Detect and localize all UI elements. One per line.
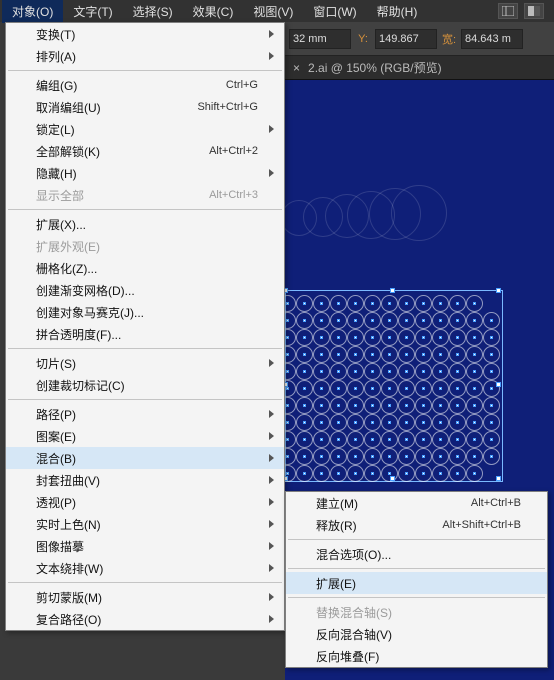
menu-view[interactable]: 视图(V)	[243, 0, 303, 23]
width-label: 宽:	[441, 31, 457, 47]
mi-gradient-mesh[interactable]: 创建渐变网格(D)...	[6, 279, 284, 301]
mi-expand[interactable]: 扩展(X)...	[6, 213, 284, 235]
mi-group[interactable]: 编组(G)Ctrl+G	[6, 74, 284, 96]
separator	[8, 582, 282, 583]
mi-pattern[interactable]: 图案(E)	[6, 425, 284, 447]
sm-release[interactable]: 释放(R)Alt+Shift+Ctrl+B	[286, 514, 547, 536]
separator	[288, 568, 545, 569]
mi-expand-appearance: 扩展外观(E)	[6, 235, 284, 257]
mi-compound-path[interactable]: 复合路径(O)	[6, 608, 284, 630]
separator	[8, 399, 282, 400]
menu-select[interactable]: 选择(S)	[123, 0, 183, 23]
layout-icon[interactable]	[498, 3, 518, 19]
mi-hide[interactable]: 隐藏(H)	[6, 162, 284, 184]
menu-help[interactable]: 帮助(H)	[367, 0, 428, 23]
mi-live-paint[interactable]: 实时上色(N)	[6, 513, 284, 535]
sm-options[interactable]: 混合选项(O)...	[286, 543, 547, 565]
mi-show-all: 显示全部Alt+Ctrl+3	[6, 184, 284, 206]
mi-lock[interactable]: 锁定(L)	[6, 118, 284, 140]
tab-title[interactable]: 2.ai @ 150% (RGB/预览)	[308, 59, 442, 76]
menu-effect[interactable]: 效果(C)	[183, 0, 244, 23]
shortcut: Alt+Ctrl+2	[209, 145, 258, 157]
menubar-icons	[498, 3, 552, 19]
mi-blend[interactable]: 混合(B)	[6, 447, 284, 469]
sm-reverse-spine[interactable]: 反向混合轴(V)	[286, 623, 547, 645]
separator	[288, 597, 545, 598]
document-tab-bar: × 2.ai @ 150% (RGB/预览)	[285, 56, 554, 80]
mi-ungroup[interactable]: 取消编组(U)Shift+Ctrl+G	[6, 96, 284, 118]
width-field[interactable]: 84.643 m	[461, 29, 523, 49]
blend-submenu: 建立(M)Alt+Ctrl+B 释放(R)Alt+Shift+Ctrl+B 混合…	[285, 491, 548, 668]
mi-path[interactable]: 路径(P)	[6, 403, 284, 425]
shortcut: Alt+Ctrl+3	[209, 189, 258, 201]
mi-crop-marks[interactable]: 创建裁切标记(C)	[6, 374, 284, 396]
x-suffix[interactable]: 32 mm	[289, 29, 351, 49]
mi-envelope[interactable]: 封套扭曲(V)	[6, 469, 284, 491]
menu-object[interactable]: 对象(O)	[2, 0, 63, 23]
mi-object-mosaic[interactable]: 创建对象马赛克(J)...	[6, 301, 284, 323]
sm-replace-spine: 替换混合轴(S)	[286, 601, 547, 623]
menubar: 对象(O) 文字(T) 选择(S) 效果(C) 视图(V) 窗口(W) 帮助(H…	[0, 0, 554, 22]
mi-image-trace[interactable]: 图像描摹	[6, 535, 284, 557]
screen-mode-icon[interactable]	[524, 3, 544, 19]
shortcut: Alt+Ctrl+B	[471, 497, 521, 509]
object-menu: 变换(T) 排列(A) 编组(G)Ctrl+G 取消编组(U)Shift+Ctr…	[5, 22, 285, 631]
mi-clipping-mask[interactable]: 剪切蒙版(M)	[6, 586, 284, 608]
mi-rasterize[interactable]: 栅格化(Z)...	[6, 257, 284, 279]
mi-text-wrap[interactable]: 文本绕排(W)	[6, 557, 284, 579]
shortcut: Shift+Ctrl+G	[197, 101, 258, 113]
shortcut: Alt+Shift+Ctrl+B	[442, 519, 521, 531]
menu-window[interactable]: 窗口(W)	[303, 0, 366, 23]
sm-reverse-front[interactable]: 反向堆叠(F)	[286, 645, 547, 667]
menu-type[interactable]: 文字(T)	[63, 0, 122, 23]
shortcut: Ctrl+G	[226, 79, 258, 91]
mi-unlock-all[interactable]: 全部解锁(K)Alt+Ctrl+2	[6, 140, 284, 162]
y-label: Y:	[355, 31, 371, 47]
mi-arrange[interactable]: 排列(A)	[6, 45, 284, 67]
sm-expand[interactable]: 扩展(E)	[286, 572, 547, 594]
separator	[8, 209, 282, 210]
mi-slice[interactable]: 切片(S)	[6, 352, 284, 374]
separator	[8, 70, 282, 71]
control-bar: 32 mm Y: 149.867 宽: 84.643 m	[285, 22, 554, 56]
mi-perspective[interactable]: 透视(P)	[6, 491, 284, 513]
separator	[8, 348, 282, 349]
y-field[interactable]: 149.867	[375, 29, 437, 49]
mi-flatten[interactable]: 拼合透明度(F)...	[6, 323, 284, 345]
separator	[288, 539, 545, 540]
sm-make[interactable]: 建立(M)Alt+Ctrl+B	[286, 492, 547, 514]
mi-transform[interactable]: 变换(T)	[6, 23, 284, 45]
tab-close-icon[interactable]: ×	[293, 61, 300, 75]
